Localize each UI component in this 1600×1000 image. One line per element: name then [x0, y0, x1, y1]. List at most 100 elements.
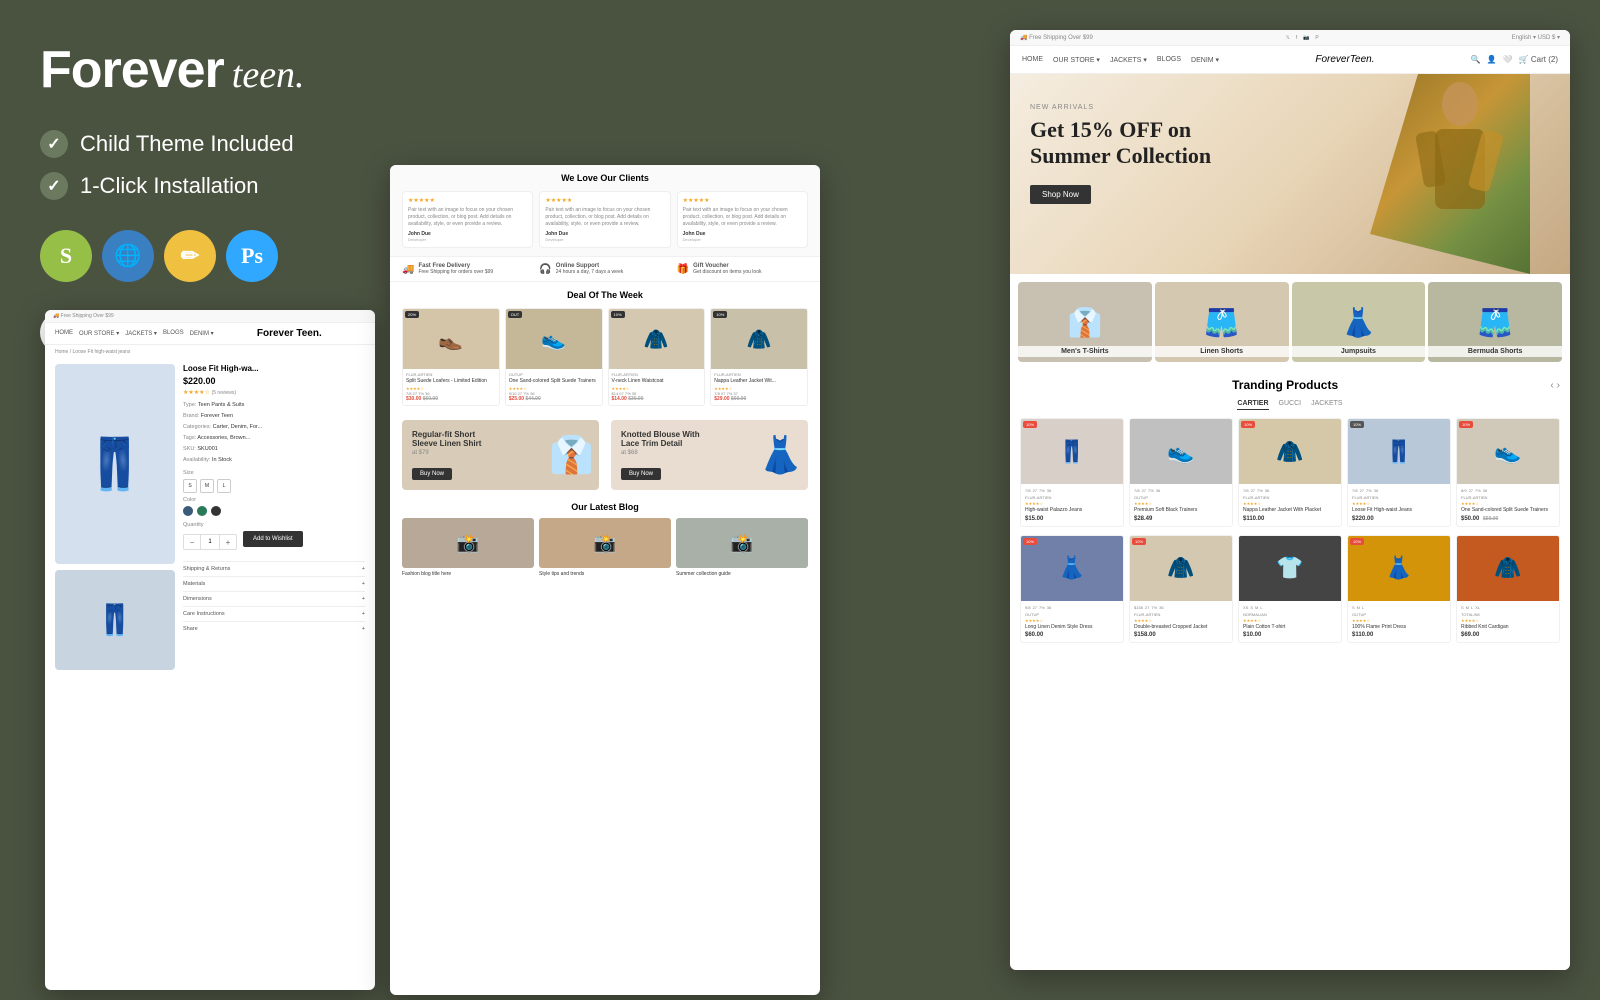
feature-label-1: Child Theme Included: [80, 131, 294, 157]
product-palazzo-jeans[interactable]: 👖 10% 7/8277%36 FLUR-ARTIEN ★★★★☆ High-w…: [1020, 418, 1124, 527]
size-l[interactable]: L: [217, 479, 231, 493]
nav-denim[interactable]: DENIM ▾: [1191, 56, 1219, 64]
rp-hero-title: Get 15% OFF onSummer Collection: [1030, 117, 1211, 170]
lsp-breadcrumb: Home / Loose Fit high-waist jeans: [45, 345, 375, 359]
lsp-quantity-section: − 1 + Add to Wishlist: [183, 531, 365, 553]
product-img-9: 👗 10%: [1348, 536, 1450, 601]
cat-mens-tshirts[interactable]: 👔 Men's T-Shirts: [1018, 282, 1152, 362]
rp-hero: NEW ARRIVALS Get 15% OFF onSummer Collec…: [1010, 74, 1570, 274]
blouse-model: 👗: [758, 420, 803, 490]
next-arrow[interactable]: ›: [1557, 380, 1560, 391]
testimonial-card-2: ★★★★★ Pair text with an image to focus o…: [539, 191, 670, 248]
search-icon[interactable]: 🔍: [1471, 55, 1481, 64]
deal-img-4: 🧥 10%: [711, 309, 807, 369]
accordion-care[interactable]: Care Instructions+: [183, 606, 365, 621]
lsp-main-image: 👖: [55, 364, 175, 564]
nav-store[interactable]: OUR STORE ▾: [1053, 56, 1100, 64]
cat-label-tshirts: Men's T-Shirts: [1018, 346, 1152, 357]
lsp-images: 👖 👖: [55, 364, 175, 670]
accordion-shipping[interactable]: Shipping & Returns+: [183, 561, 365, 576]
accordion-dimensions[interactable]: Dimensions+: [183, 591, 365, 606]
lsp-topbar: 🚚 Free Shipping Over $99: [45, 310, 375, 323]
cat-label-jumpsuits: Jumpsuits: [1292, 346, 1426, 357]
lsp-qty-control[interactable]: − 1 +: [183, 534, 237, 550]
deal-item-3: 🧥 10% FLUR-ARTIEN V-neck Linen Waistcoat…: [608, 308, 706, 406]
social-instagram: 📷: [1303, 35, 1309, 41]
tab-gucci[interactable]: GUCCI: [1279, 400, 1302, 410]
mp-blog-grid: 📸 Fashion blog title here 📸 Style tips a…: [402, 518, 808, 577]
cat-bermuda-shorts[interactable]: 🩳 Bermuda Shorts: [1428, 282, 1562, 362]
mp-banner-shirt-btn[interactable]: Buy Now: [412, 468, 452, 480]
lsp-product-stars: ★★★★☆ (5 reviews): [183, 389, 365, 396]
brand-name-teen: teen.: [232, 53, 305, 97]
deal-item-2: 👟 OUT OUTUP One Sand-colored Split Suede…: [505, 308, 603, 406]
product-img-7: 🧥 10%: [1130, 536, 1232, 601]
mp-testimonials-grid: ★★★★★ Pair text with an image to focus o…: [402, 191, 808, 248]
tab-cartier[interactable]: CARTIER: [1237, 400, 1268, 410]
mp-blog-title: Our Latest Blog: [402, 502, 808, 512]
rp-nav-links: HOME OUR STORE ▾ JACKETS ▾ BLOGS DENIM ▾: [1022, 56, 1219, 64]
qty-decrease[interactable]: −: [184, 535, 200, 549]
color-blue[interactable]: [183, 506, 193, 516]
check-icon-1: [40, 130, 68, 158]
mp-banner-blouse: Knotted Blouse WithLace Trim Detail at $…: [611, 420, 808, 490]
product-flame-dress[interactable]: 👗 10% SML OUTUP ★★★★☆ 100% Flame Print D…: [1347, 535, 1451, 644]
lsp-thumb-image: 👖: [55, 570, 175, 670]
prev-arrow[interactable]: ‹: [1550, 380, 1553, 391]
delivery-item-3: 🎁 Gift Voucher Get discount on items you…: [677, 263, 808, 275]
nav-blogs[interactable]: BLOGS: [1157, 56, 1181, 64]
lsp-content: 👖 👖 Loose Fit High-wa... $220.00 ★★★★☆ (…: [45, 359, 375, 675]
lsp-nav-links: HOME OUR STORE ▾ JACKETS ▾ BLOGS DENIM ▾: [55, 330, 214, 337]
cat-label-bermuda: Bermuda Shorts: [1428, 346, 1562, 357]
product-black-trainers[interactable]: 👟 7/8277%36 OUTUP ★★★★☆ Premium Soft Bla…: [1129, 418, 1233, 527]
rp-language[interactable]: English ▾ USD $ ▾: [1512, 34, 1560, 41]
accordion-materials[interactable]: Materials+: [183, 576, 365, 591]
product-leather-jacket[interactable]: 🧥 10% 7/8277%36 FLUR-ARTIEN ★★★★☆ Nappa …: [1238, 418, 1342, 527]
product-highwaist-jeans[interactable]: 👖 10% 7/8277%36 FLUR-ARTIEN ★★★★☆ Loose …: [1347, 418, 1451, 527]
mp-testimonials: We Love Our Clients ★★★★★ Pair text with…: [390, 165, 820, 256]
tab-jackets[interactable]: JACKETS: [1311, 400, 1343, 410]
blog-img-1: 📸: [402, 518, 534, 568]
blog-item-1: 📸 Fashion blog title here: [402, 518, 534, 577]
cart-icon[interactable]: 🛒 Cart (2): [1519, 55, 1558, 64]
model-figure: [1370, 74, 1550, 274]
product-img-5: 👟 10%: [1457, 419, 1559, 484]
qty-value: 1: [200, 535, 220, 549]
check-icon-2: [40, 172, 68, 200]
accordion-share[interactable]: Share+: [183, 621, 365, 636]
mp-banner-blouse-btn[interactable]: Buy Now: [621, 468, 661, 480]
testimonial-card-1: ★★★★★ Pair text with an image to focus o…: [402, 191, 533, 248]
add-to-cart-button[interactable]: Add to Wishlist: [243, 531, 303, 547]
social-facebook: f: [1296, 35, 1297, 41]
color-dark[interactable]: [211, 506, 221, 516]
nav-jackets[interactable]: JACKETS ▾: [1110, 56, 1147, 64]
globe-icon: 🌐: [102, 230, 154, 282]
rp-social-icons: 𝕏 f 📷 P: [1286, 35, 1319, 41]
size-s[interactable]: S: [183, 479, 197, 493]
lsp-product-price: $220.00: [183, 376, 365, 386]
color-green[interactable]: [197, 506, 207, 516]
lsp-product-meta: Type: Teen Pants & Suits Brand: Forever …: [183, 400, 365, 466]
mp-deal-title: Deal Of The Week: [402, 290, 808, 300]
shirt-model: 👔: [549, 420, 594, 490]
product-img-4: 👖 10%: [1348, 419, 1450, 484]
rp-hero-btn[interactable]: Shop Now: [1030, 185, 1091, 204]
product-denim-dress[interactable]: 👗 10% 9/8277%36 OUTUP ★★★★☆ Long Linen D…: [1020, 535, 1124, 644]
product-suede-trainers[interactable]: 👟 10% 8/9277%36 FLUR-ARTIEN ★★★★☆ One Sa…: [1456, 418, 1560, 527]
mp-delivery-bar: 🚚 Fast Free Delivery Free Shipping for o…: [390, 256, 820, 282]
cat-linen-shorts[interactable]: 🩳 Linen Shorts: [1155, 282, 1289, 362]
account-icon[interactable]: 👤: [1487, 55, 1497, 64]
product-knit-cardigan[interactable]: 🧥 SMLXL TOTALINK ★★★★☆ Ribbed Knit Cardi…: [1456, 535, 1560, 644]
rp-products-row2: 👗 10% 9/8277%36 OUTUP ★★★★☆ Long Linen D…: [1020, 535, 1560, 644]
nav-home[interactable]: HOME: [1022, 56, 1043, 64]
product-cropped-jacket[interactable]: 🧥 10% $158277%36 FLUR-ARTIEN ★★★★☆ Doubl…: [1129, 535, 1233, 644]
size-m[interactable]: M: [200, 479, 214, 493]
rp-shipping-notice: 🚚 Free Shipping Over $99: [1020, 34, 1093, 41]
wishlist-icon[interactable]: 🤍: [1503, 55, 1513, 64]
photoshop-icon: Ps: [226, 230, 278, 282]
support-icon: 🎧: [539, 264, 551, 275]
product-cotton-tshirt[interactable]: 👕 XSSML NORMALIAN ★★★★☆ Plain Cotton T-s…: [1238, 535, 1342, 644]
qty-increase[interactable]: +: [220, 535, 236, 549]
cat-jumpsuits[interactable]: 👗 Jumpsuits: [1292, 282, 1426, 362]
product-img-1: 👖 10%: [1021, 419, 1123, 484]
